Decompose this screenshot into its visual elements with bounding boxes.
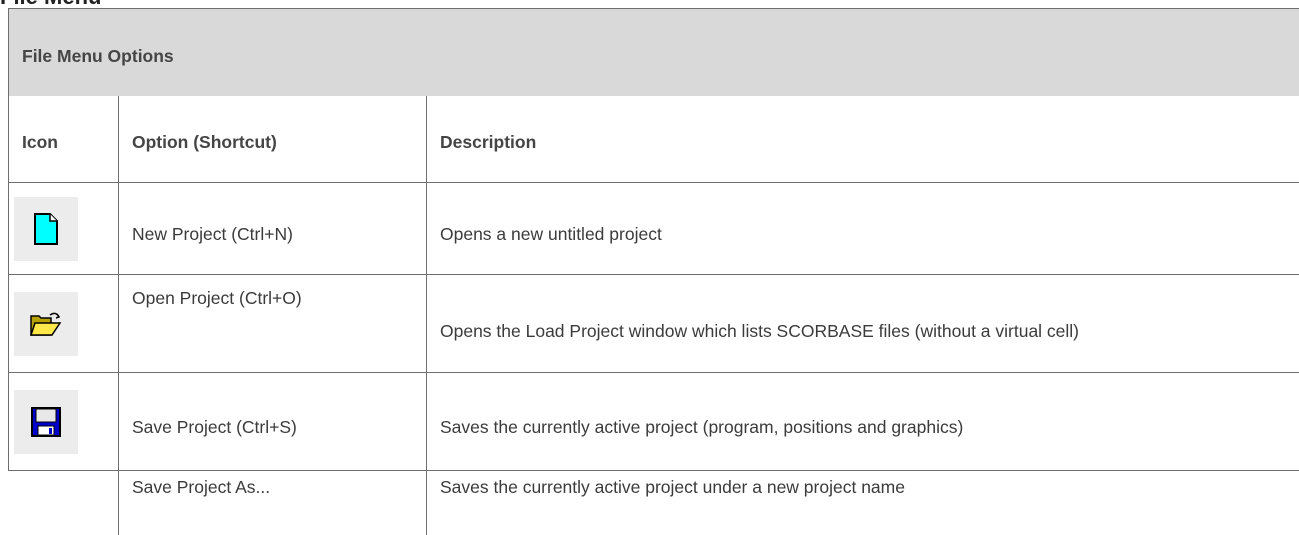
- header-option: Option (Shortcut): [119, 96, 427, 183]
- option-cell: Save Project (Ctrl+S): [119, 373, 427, 471]
- table-row: Open Project (Ctrl+O) Opens the Load Pro…: [9, 275, 1299, 373]
- table-row: New Project (Ctrl+N) Opens a new untitle…: [9, 183, 1299, 275]
- table-row: Save Project (Ctrl+S) Saves the currentl…: [9, 373, 1299, 471]
- floppy-disk-icon: [14, 390, 78, 454]
- icon-cell-empty: [9, 471, 119, 535]
- option-cell: Open Project (Ctrl+O): [119, 275, 427, 373]
- new-document-icon: [14, 197, 78, 261]
- option-cell: New Project (Ctrl+N): [119, 183, 427, 275]
- table-title-row: File Menu Options: [9, 9, 1299, 97]
- header-description: Description: [427, 96, 1299, 183]
- description-cell: Saves the currently active project under…: [427, 471, 1299, 535]
- table-header-row: Icon Option (Shortcut) Description: [9, 96, 1299, 183]
- option-cell: Save Project As...: [119, 471, 427, 535]
- description-cell: Opens a new untitled project: [427, 183, 1299, 275]
- icon-cell: [9, 373, 119, 471]
- table-title: File Menu Options: [9, 9, 1299, 97]
- open-folder-icon: [14, 292, 78, 356]
- file-menu-options-table: File Menu Options Icon Option (Shortcut)…: [8, 8, 1299, 535]
- description-cell: Opens the Load Project window which list…: [427, 275, 1299, 373]
- icon-cell: [9, 183, 119, 275]
- description-cell: Saves the currently active project (prog…: [427, 373, 1299, 471]
- icon-cell: [9, 275, 119, 373]
- header-icon: Icon: [9, 96, 119, 183]
- table-row: Save Project As... Saves the currently a…: [9, 471, 1299, 535]
